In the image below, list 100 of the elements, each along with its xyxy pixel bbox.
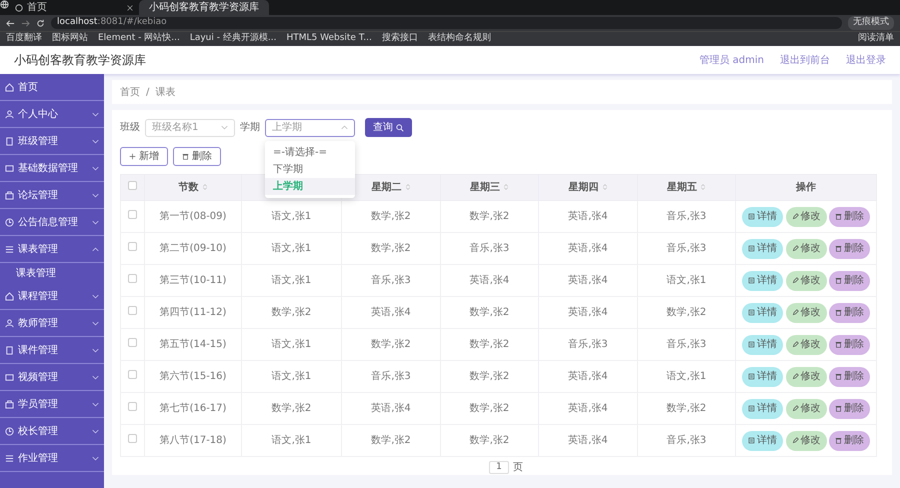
sort-icon (404, 183, 411, 192)
delete-button[interactable]: 删除 (173, 147, 221, 166)
row-checkbox[interactable] (128, 370, 137, 379)
document-icon (748, 341, 755, 348)
select-all-checkbox[interactable] (128, 181, 137, 190)
table-cell: 数学,张2 (272, 403, 312, 414)
detail-button[interactable]: 详情 (742, 238, 783, 258)
header-link[interactable]: 退出登录 (846, 52, 886, 68)
row-checkbox[interactable] (128, 306, 137, 315)
detail-button[interactable]: 详情 (742, 398, 783, 418)
edit-button[interactable]: 修改 (786, 430, 826, 450)
filter-label: 班级 (120, 120, 140, 135)
address-bar[interactable]: localhost:8081/#/kebiao (51, 17, 842, 29)
dropdown-option[interactable]: =-请选择-= (265, 144, 355, 160)
browser-tab[interactable]: 小码创客教育教学资源库 (139, 0, 269, 15)
table-cell: 语文,张1 (272, 211, 312, 222)
document-icon (748, 437, 755, 444)
table-cell: 音乐,张3 (666, 243, 706, 254)
dropdown-option[interactable]: 下学期 (265, 160, 355, 178)
column-header[interactable]: 星期二 (371, 182, 411, 193)
row-checkbox[interactable] (128, 434, 137, 443)
delete-button[interactable]: 删除 (829, 398, 870, 418)
delete-button[interactable]: 删除 (829, 270, 870, 290)
edit-button[interactable]: 修改 (786, 334, 826, 354)
chevron-icon (341, 124, 348, 131)
edit-button[interactable]: 修改 (786, 398, 826, 418)
table-cell: 第二节(09-10) (160, 243, 226, 254)
sidebar-subitem[interactable]: 课表管理 (0, 263, 104, 283)
bookmark-link[interactable]: 图标网站 (52, 32, 88, 46)
menu-item-icon (5, 426, 14, 436)
trash-icon (182, 153, 189, 160)
menu-item-icon (5, 136, 14, 146)
table-cell: 第五节(14-15) (160, 339, 226, 350)
row-checkbox[interactable] (128, 402, 137, 411)
bookmark-link[interactable]: 百度翻译 (6, 32, 42, 46)
close-icon (127, 4, 133, 10)
edit-button[interactable]: 修改 (786, 270, 826, 290)
edit-button[interactable]: 修改 (786, 238, 826, 258)
table-cell: 数学,张2 (470, 339, 510, 350)
breadcrumb-item[interactable]: 首页 (120, 84, 140, 100)
sort-icon (202, 183, 208, 192)
table-cell: 英语,张4 (568, 435, 608, 446)
delete-button[interactable]: 删除 (829, 334, 870, 354)
row-checkbox[interactable] (128, 210, 137, 219)
table-cell: 语文,张1 (272, 339, 312, 350)
reading-list-link[interactable]: 阅读清单 (858, 32, 894, 46)
table-cell: 英语,张4 (371, 307, 411, 318)
edit-button[interactable]: 修改 (786, 302, 826, 322)
table-cell: 英语,张4 (470, 275, 510, 286)
row-checkbox[interactable] (128, 338, 137, 347)
table-cell: 语文,张1 (272, 243, 312, 254)
table-cell: 数学,张2 (371, 243, 411, 254)
header-link[interactable]: 退出到前台 (780, 52, 830, 68)
column-header[interactable]: 星期三 (470, 182, 510, 193)
delete-button[interactable]: 删除 (829, 302, 870, 322)
pencil-icon (792, 341, 798, 348)
trash-icon (835, 341, 842, 348)
profile-chip[interactable]: 无痕模式 (848, 16, 894, 30)
detail-button[interactable]: 详情 (742, 334, 783, 354)
delete-button[interactable]: 删除 (829, 366, 870, 386)
delete-button[interactable]: 删除 (829, 238, 870, 258)
detail-button[interactable]: 详情 (742, 302, 783, 322)
trash-icon (835, 245, 842, 252)
delete-button[interactable]: 删除 (829, 206, 870, 226)
edit-button[interactable]: 修改 (786, 366, 826, 386)
delete-button[interactable]: 删除 (829, 430, 870, 450)
column-header[interactable]: 星期四 (568, 182, 608, 193)
column-header[interactable]: 节数 (178, 182, 208, 193)
page-input[interactable]: 1 (489, 461, 509, 474)
pencil-icon (792, 373, 798, 380)
column-header[interactable]: 星期五 (666, 182, 706, 193)
bookmark-link[interactable]: Element - 网站快... (98, 32, 180, 46)
edit-button[interactable]: 修改 (786, 206, 826, 226)
table-cell: 英语,张4 (568, 243, 608, 254)
header-link[interactable]: 管理员 admin (699, 52, 764, 68)
search-button[interactable]: 查询 (365, 118, 412, 137)
detail-button[interactable]: 详情 (742, 430, 783, 450)
detail-button[interactable]: 详情 (742, 206, 783, 226)
add-button[interactable]: 新增 (120, 147, 168, 166)
row-checkbox[interactable] (128, 274, 137, 283)
row-checkbox[interactable] (128, 242, 137, 251)
bookmark-link[interactable]: HTML5 Website T... (286, 32, 372, 46)
table-cell: 数学,张2 (371, 339, 411, 350)
bookmark-link[interactable]: 搜索接口 (382, 32, 418, 46)
table-cell: 数学,张2 (666, 307, 706, 318)
trash-icon (835, 309, 842, 316)
detail-button[interactable]: 详情 (742, 270, 783, 290)
table-cell: 音乐,张3 (371, 371, 411, 382)
table-cell: 音乐,张3 (568, 339, 608, 350)
pencil-icon (792, 405, 798, 412)
bookmark-link[interactable]: Layui - 经典开源模... (190, 32, 276, 46)
pencil-icon (792, 309, 798, 316)
table-cell: 第六节(15-16) (160, 371, 226, 382)
browser-tab[interactable]: 首页 (9, 0, 139, 15)
detail-button[interactable]: 详情 (742, 366, 783, 386)
table-cell: 音乐,张3 (470, 243, 510, 254)
table-cell: 英语,张4 (371, 403, 411, 414)
sort-icon (503, 183, 510, 192)
table-cell: 数学,张2 (371, 211, 411, 222)
bookmark-link[interactable]: 表结构命名规则 (428, 32, 491, 46)
